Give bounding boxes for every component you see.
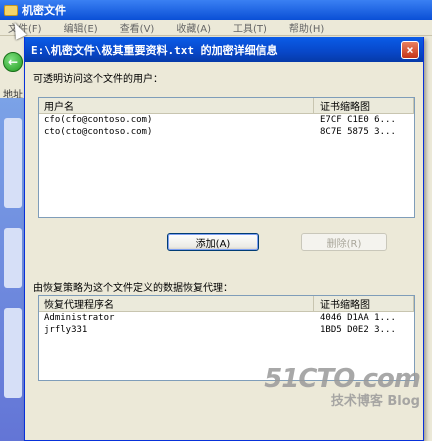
agent-row[interactable]: Administrator 4046 D1AA 1... [39,312,414,324]
column-username[interactable]: 用户名 [39,98,314,113]
agent-name: jrfly331 [44,325,88,335]
task-panel [4,118,22,208]
back-arrow-icon[interactable]: ← [3,52,23,72]
close-icon[interactable]: × [401,41,419,59]
agent-thumbprint: 4046 D1AA 1... [320,313,396,323]
column-cert-thumbprint[interactable]: 证书缩略图 [314,98,414,113]
column-agent-name[interactable]: 恢复代理程序名 [39,296,314,311]
folder-icon [4,4,18,16]
users-list[interactable]: 用户名 证书缩略图 cfo(cfo@contoso.com) E7CF C1E0… [38,97,415,218]
explorer-title-bar: 机密文件 [0,0,432,20]
task-panel [4,308,22,398]
dialog-title-bar: E:\机密文件\极其重要资料.txt 的加密详细信息 × [25,37,423,62]
agent-name: Administrator [44,313,115,323]
menu-favorites[interactable]: 收藏(A) [176,20,211,35]
recovery-section-label: 由恢复策略为这个文件定义的数据恢复代理： [33,283,233,294]
menu-edit[interactable]: 编辑(E) [64,20,98,35]
remove-button[interactable]: 删除(R) [301,233,387,251]
explorer-title: 机密文件 [22,4,66,17]
agent-thumbprint: 1BD5 D0E2 3... [320,325,396,335]
watermark: 51CTO.com 技术博客 Blog [264,364,421,409]
menu-help[interactable]: 帮助(H) [289,20,324,35]
users-list-header: 用户名 证书缩略图 [39,98,414,114]
user-name: cto(cto@contoso.com) [44,127,153,137]
recovery-list-header: 恢复代理程序名 证书缩略图 [39,296,414,312]
agent-row[interactable]: jrfly331 1BD5 D0E2 3... [39,324,414,336]
user-row[interactable]: cto(cto@contoso.com) 8C7E 5875 3... [39,126,414,138]
user-name: cfo(cfo@contoso.com) [44,115,153,125]
task-panel [4,228,22,288]
dialog-title: E:\机密文件\极其重要资料.txt 的加密详细信息 [31,43,278,57]
users-section-label: 可透明访问这个文件的用户： [33,74,163,85]
add-button[interactable]: 添加(A) [167,233,259,251]
user-thumbprint: 8C7E 5875 3... [320,127,396,137]
menu-view[interactable]: 查看(V) [120,20,155,35]
user-row[interactable]: cfo(cfo@contoso.com) E7CF C1E0 6... [39,114,414,126]
explorer-task-pane [0,98,24,441]
column-cert-thumbprint[interactable]: 证书缩略图 [314,296,414,311]
explorer-menubar: 文件(F) 编辑(E) 查看(V) 收藏(A) 工具(T) 帮助(H) [0,20,432,36]
user-thumbprint: E7CF C1E0 6... [320,115,396,125]
menu-tools[interactable]: 工具(T) [233,20,267,35]
